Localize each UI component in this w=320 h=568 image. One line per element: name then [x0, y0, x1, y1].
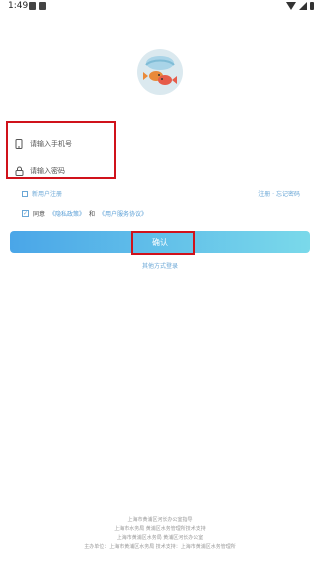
status-time: 1:49 — [8, 1, 29, 11]
agree-prefix: 同意 — [33, 211, 46, 218]
scan-icon — [22, 190, 28, 197]
agreement-checkbox[interactable]: ✓ — [22, 210, 29, 217]
input-highlight-box — [6, 121, 116, 179]
status-bar: 1:49 — [0, 0, 320, 14]
user-agreement-link[interactable]: 《用户服务协议》 — [99, 209, 147, 218]
app-logo — [137, 49, 183, 95]
link-row: 新用户注册 注册 · 忘记密码 — [0, 189, 320, 201]
and-text: 和 — [89, 211, 96, 218]
footer-line: 上海市黄浦区河长办公室指导 — [127, 517, 193, 523]
wifi-icon — [286, 2, 296, 10]
footer-line: 上海市黄浦区水务局 黄浦区河长办公室 — [116, 535, 204, 541]
confirm-button-label: 确认 — [152, 237, 168, 247]
forgot-password-link[interactable]: 注册 · 忘记密码 — [258, 189, 300, 198]
notification-icon-2 — [39, 2, 46, 10]
battery-icon — [310, 2, 314, 10]
confirm-button[interactable]: 确认 — [10, 231, 310, 253]
notification-icon — [29, 2, 36, 10]
footer-line: 上海市水务局 黄浦区水务管理所技术支持 — [114, 526, 206, 532]
footer-line: 主办单位：上海市黄浦区水务局 技术支持：上海市黄浦区水务管理所 — [84, 544, 236, 550]
agreement-row: ✓ 同意 《隐私政策》 和 《用户服务协议》 — [22, 209, 147, 218]
register-link-group[interactable]: 新用户注册 — [22, 189, 62, 198]
status-icons — [286, 2, 314, 10]
privacy-policy-link[interactable]: 《隐私政策》 — [49, 209, 85, 218]
other-login-link[interactable]: 其他方式登录 — [0, 261, 320, 270]
register-link[interactable]: 新用户注册 — [32, 189, 62, 198]
signal-icon — [299, 2, 307, 10]
footer: 上海市黄浦区河长办公室指导 上海市水务局 黄浦区水务管理所技术支持 上海市黄浦区… — [0, 516, 320, 552]
